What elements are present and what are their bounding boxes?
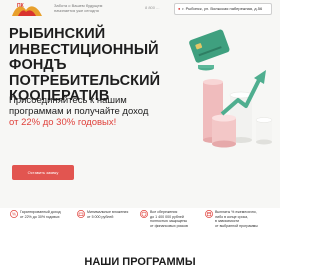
subtitle-line: Присоединяйтесь к нашим — [9, 95, 127, 106]
logo-icon[interactable] — [10, 3, 44, 17]
feature-text: Гарантированный доход от 22% до 30% годо… — [20, 210, 76, 219]
feature-text: Выплаты % ежемесячно, либо в конце срока… — [215, 210, 271, 228]
hero-subtitle: Присоединяйтесь к нашим программам и пол… — [9, 95, 179, 117]
title-line: ПОТРЕБИТЕЛЬСКИЙ — [9, 72, 161, 89]
leave-request-button[interactable]: Оставить заявку — [12, 165, 74, 180]
hero-percent: от 22% до 30% годовых! — [9, 117, 117, 128]
logo-text: ПК — [17, 3, 24, 9]
feature-line: от выбранной программы — [215, 223, 258, 228]
header-phone[interactable]: 8 800 ... — [145, 5, 159, 10]
svg-text:%: % — [12, 212, 16, 217]
calendar-icon — [205, 210, 213, 218]
shield-icon — [140, 210, 148, 218]
title-line: РЫБИНСКИЙ — [9, 26, 106, 42]
hero-illustration — [189, 29, 273, 148]
programs-section-title: НАШИ ПРОГРАММЫ — [84, 256, 196, 268]
header-tagline: Заботa о Вашем будущем начинается уже се… — [54, 3, 103, 13]
feature-line: от 22% до 30% годовых — [20, 214, 60, 219]
location-pin-icon: ● — [178, 6, 181, 11]
feature-text: Все сбережения до 1 400 000 рублей полно… — [150, 210, 206, 228]
address-field[interactable]: ● г. Рыбинск, ул. Волжская набережная, д.… — [174, 3, 272, 15]
address-text: г. Рыбинск, ул. Волжская набережная, д.5… — [182, 6, 263, 11]
title-line: ИНВЕСТИЦИОННЫЙ ФОНДЪ — [9, 41, 159, 73]
feature-text: Минимальные вложения от 5 000 рублей — [87, 210, 143, 219]
wallet-icon — [77, 210, 85, 218]
percent-icon: % — [10, 210, 18, 218]
feature-line: от финансовых рисков — [150, 223, 188, 228]
hero-section: ПК Заботa о Вашем будущем начинается уже… — [0, 0, 280, 208]
page-title: РЫБИНСКИЙ ИНВЕСТИЦИОННЫЙ ФОНДЪ ПОТРЕБИТЕ… — [9, 26, 184, 105]
feature-line: от 5 000 рублей — [87, 214, 114, 219]
subtitle-line: программам и получайте доход — [9, 106, 149, 117]
